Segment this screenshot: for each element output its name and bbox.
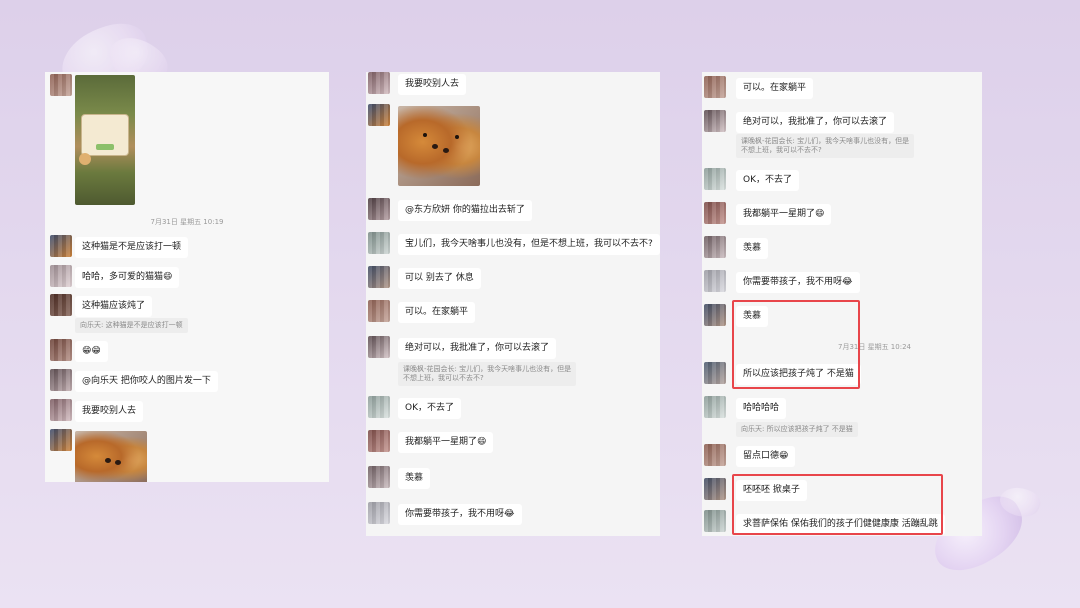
avatar [704,168,726,190]
message-bubble[interactable]: 你需要带孩子，我不用呀😂 [736,272,860,293]
message-bubble[interactable]: 羡慕 [398,468,431,489]
quoted-reply: 向乐天: 这种猫是不是应该打一顿 [75,318,188,333]
message-bubble[interactable]: 可以 别去了 休息 [398,268,481,289]
quoted-reply: 课晚枫-花园会长: 宝儿们，我今天啥事儿也没有，但是 不想上班，我可以不去不? [736,134,915,158]
message-bubble[interactable]: 😁😁 [75,341,108,362]
message-bubble[interactable]: 我都躺平一星期了😄 [736,204,832,225]
avatar [50,235,72,257]
avatar [368,430,390,452]
quoted-reply-line: 课晚枫-花园会长: 宝儿们，我今天啥事儿也没有，但是 [741,137,910,145]
dog-photo-image[interactable] [75,431,147,482]
message-bubble[interactable]: 我要咬别人去 [398,74,467,95]
quoted-reply-line: 课晚枫-花园会长: 宝儿们，我今天啥事儿也没有，但是 [403,365,572,373]
avatar [368,466,390,488]
highlight-box [732,474,943,535]
dog-nose [432,144,439,150]
dog-nose [114,460,121,466]
dog-nose [105,457,112,463]
avatar [368,300,390,322]
avatar [704,510,726,532]
message-bubble[interactable]: 绝对可以，我批准了，你可以去滚了 [398,338,557,359]
message-bubble[interactable]: 羡慕 [736,238,769,259]
quoted-reply: 向乐天: 所以应该把孩子炖了 不是猫 [736,422,858,437]
avatar [368,104,390,126]
message-bubble[interactable]: 可以。在家躺平 [398,302,476,323]
dog-photo-image[interactable] [398,106,480,186]
avatar [50,294,72,316]
quoted-reply-line: 不想上班，我可以不去不? [741,146,822,154]
dog-eye [422,133,427,138]
quoted-reply-line: 不想上班，我可以不去不? [403,374,484,382]
message-bubble[interactable]: 绝对可以，我批准了，你可以去滚了 [736,112,895,133]
dog-nose [443,147,450,153]
avatar [704,236,726,258]
avatar [704,362,726,384]
avatar [368,266,390,288]
game-button [96,144,114,150]
avatar [368,232,390,254]
chat-screenshot-1: 7月31日 星期五 10:19 这种猫是不是应该打一顿 哈哈，多可爱的猫猫😄 这… [45,72,329,482]
message-bubble[interactable]: 可以。在家躺平 [736,78,814,99]
message-bubble[interactable]: 我要咬别人去 [75,401,144,422]
avatar [368,72,390,94]
dog-eye [455,134,460,139]
game-character [79,153,91,165]
avatar [368,198,390,220]
message-bubble[interactable]: 宝儿们，我今天啥事儿也没有，但是不想上班，我可以不去不? [398,234,660,255]
game-dialog [82,115,128,155]
avatar [50,339,72,361]
avatar [50,74,72,96]
chat-screenshot-2: 我要咬别人去 @东方欣妍 你的猫拉出去斩了 宝儿们，我今天啥事儿也没有，但是不想… [366,72,660,536]
timestamp: 7月31日 星期五 10:19 [150,218,224,226]
message-bubble[interactable]: @向乐天 把你咬人的图片发一下 [75,371,218,392]
message-bubble[interactable]: OK，不去了 [736,170,799,191]
message-bubble[interactable]: 我都躺平一星期了😄 [398,432,494,453]
avatar [704,110,726,132]
avatar [704,202,726,224]
avatar [50,399,72,421]
avatar [704,270,726,292]
avatar [704,304,726,326]
quoted-reply: 课晚枫-花园会长: 宝儿们，我今天啥事儿也没有，但是 不想上班，我可以不去不? [398,362,577,386]
message-bubble[interactable]: 哈哈，多可爱的猫猫😄 [75,267,180,288]
avatar [704,444,726,466]
avatar [704,396,726,418]
message-bubble[interactable]: 这种猫应该炖了 [75,296,153,317]
message-bubble[interactable]: 你需要带孩子，我不用呀😂 [398,504,522,525]
avatar [368,396,390,418]
highlight-box [732,300,860,389]
avatar [50,265,72,287]
avatar [368,502,390,524]
message-bubble[interactable]: 这种猫是不是应该打一顿 [75,237,189,258]
message-bubble[interactable]: 留点口德😁 [736,446,796,467]
avatar [368,336,390,358]
avatar [50,369,72,391]
avatar [50,429,72,451]
message-bubble[interactable]: 哈哈哈哈 [736,398,787,419]
message-bubble[interactable]: @东方欣妍 你的猫拉出去斩了 [398,200,532,221]
avatar [704,478,726,500]
avatar [704,76,726,98]
message-bubble[interactable]: OK，不去了 [398,398,461,419]
game-screenshot-image[interactable] [75,75,135,205]
